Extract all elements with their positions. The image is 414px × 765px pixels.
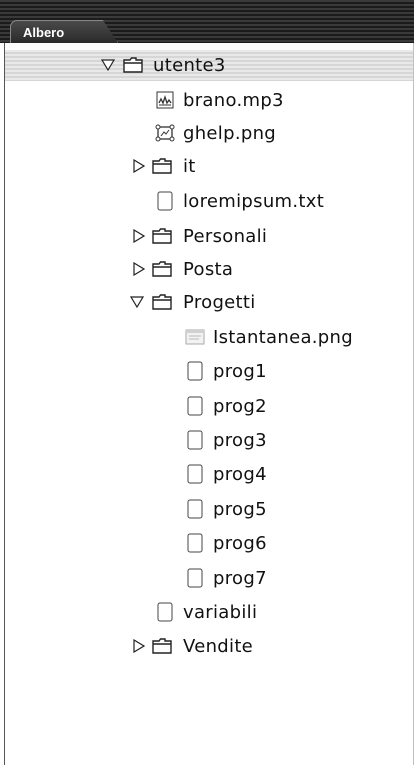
document-icon bbox=[185, 568, 205, 588]
image-file-icon bbox=[155, 123, 175, 143]
tree-row-folder[interactable]: it bbox=[5, 151, 413, 182]
disclosure-expanded-icon[interactable] bbox=[130, 295, 144, 309]
tree-row-folder[interactable]: Vendite bbox=[5, 631, 413, 662]
tree-row-file[interactable]: ghelp.png bbox=[5, 118, 413, 149]
folder-icon bbox=[152, 636, 172, 656]
disclosure-collapsed-icon[interactable] bbox=[132, 639, 146, 653]
folder-icon bbox=[152, 156, 172, 176]
tree-row-file[interactable]: prog3 bbox=[5, 425, 413, 456]
tree-label: brano.mp3 bbox=[183, 90, 284, 111]
tree-label: it bbox=[183, 156, 196, 177]
document-icon bbox=[155, 602, 175, 622]
audio-file-icon bbox=[155, 90, 175, 110]
tree-label: Progetti bbox=[183, 292, 256, 313]
tree-label: variabili bbox=[183, 602, 258, 623]
document-icon bbox=[185, 533, 205, 553]
folder-icon bbox=[152, 292, 172, 312]
tree-label: prog4 bbox=[213, 464, 267, 485]
tree-label: prog2 bbox=[213, 396, 267, 417]
tree-pane[interactable]: utente3 brano.mp3 ghelp.png it loremipsu… bbox=[4, 43, 414, 765]
document-icon bbox=[185, 499, 205, 519]
tree-label: Personali bbox=[183, 226, 268, 247]
tree-row-folder[interactable]: Personali bbox=[5, 221, 413, 252]
document-icon bbox=[155, 191, 175, 211]
tree-label: Vendite bbox=[183, 636, 254, 657]
tree-label: prog6 bbox=[213, 533, 267, 554]
disclosure-collapsed-icon[interactable] bbox=[132, 262, 146, 276]
tree-row-file[interactable]: prog5 bbox=[5, 494, 413, 525]
disclosure-expanded-icon[interactable] bbox=[101, 58, 115, 72]
tree-row-file[interactable]: loremipsum.txt bbox=[5, 186, 413, 217]
tree-row-file[interactable]: prog4 bbox=[5, 459, 413, 490]
tree-label: Istantanea.png bbox=[213, 327, 353, 348]
tree-label: loremipsum.txt bbox=[183, 191, 325, 212]
document-icon bbox=[185, 361, 205, 381]
tree-row-folder[interactable]: Progetti bbox=[5, 287, 413, 318]
tab-bar: Albero bbox=[0, 0, 414, 43]
screenshot-file-icon bbox=[185, 327, 205, 347]
folder-icon bbox=[152, 259, 172, 279]
tree-row-file[interactable]: brano.mp3 bbox=[5, 85, 413, 116]
disclosure-collapsed-icon[interactable] bbox=[132, 159, 146, 173]
tree-row-file[interactable]: prog6 bbox=[5, 528, 413, 559]
tree-label: prog5 bbox=[213, 499, 267, 520]
tree-label: utente3 bbox=[153, 55, 226, 76]
folder-icon bbox=[123, 55, 143, 75]
tab-albero[interactable]: Albero bbox=[10, 20, 118, 43]
disclosure-collapsed-icon[interactable] bbox=[132, 229, 146, 243]
tree-label: prog7 bbox=[213, 568, 267, 589]
tree-row-file[interactable]: Istantanea.png bbox=[5, 322, 413, 353]
tree-label: prog1 bbox=[213, 361, 267, 382]
document-icon bbox=[185, 464, 205, 484]
document-icon bbox=[185, 430, 205, 450]
tree-label: prog3 bbox=[213, 430, 267, 451]
tree-label: ghelp.png bbox=[183, 123, 277, 144]
document-icon bbox=[185, 396, 205, 416]
tree-row-file[interactable]: variabili bbox=[5, 597, 413, 628]
tree-row-utente3[interactable]: utente3 bbox=[5, 50, 413, 81]
tree-row-file[interactable]: prog2 bbox=[5, 391, 413, 422]
tree-row-file[interactable]: prog1 bbox=[5, 356, 413, 387]
folder-icon bbox=[152, 226, 172, 246]
tree-row-folder[interactable]: Posta bbox=[5, 254, 413, 285]
tree-label: Posta bbox=[183, 259, 234, 280]
tree-row-file[interactable]: prog7 bbox=[5, 563, 413, 594]
